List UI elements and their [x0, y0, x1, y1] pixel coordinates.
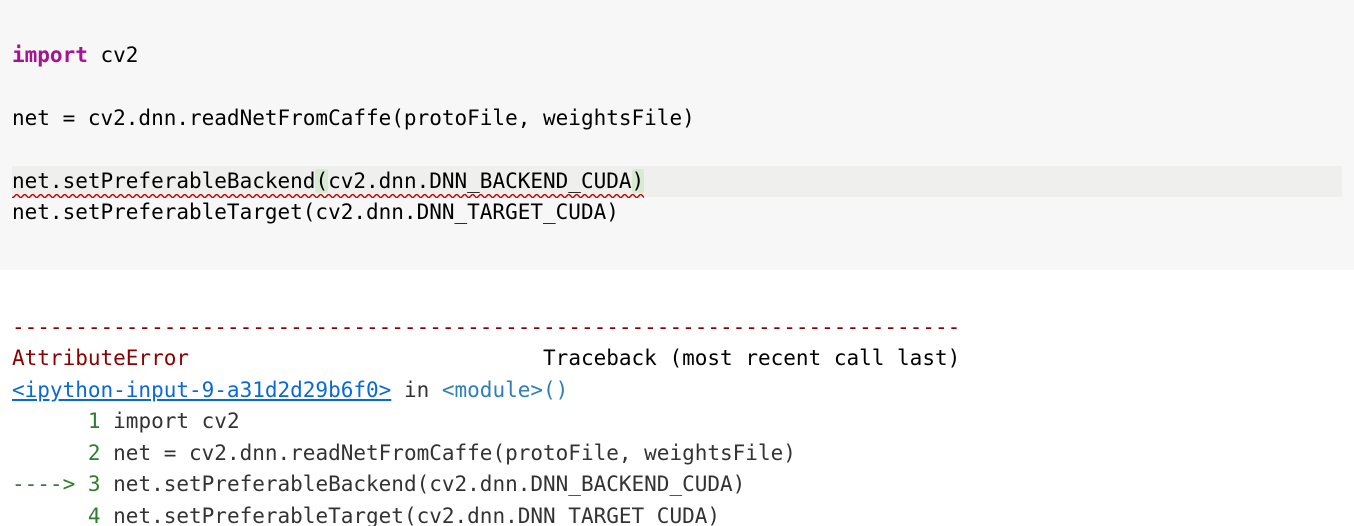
code-input-cell[interactable]: import cv2 net = cv2.dnn.readNetFromCaff…	[0, 0, 1354, 270]
code-line-2: net = cv2.dnn.readNetFromCaffe(protoFile…	[12, 103, 1342, 135]
tb-arrow: ---->	[12, 472, 88, 496]
tb-text: net.setPreferableTarget(cv2.dnn.DNN_TARG…	[101, 504, 721, 526]
tb-text: net = cv2.dnn.readNetFromCaffe(protoFile…	[101, 441, 796, 465]
code-text: net = cv2.dnn.readNetFromCaffe(protoFile…	[12, 106, 695, 130]
tb-prefix	[12, 441, 88, 465]
code-text: net.setPreferableBackend	[12, 169, 315, 193]
output-cell: ----------------------------------------…	[0, 270, 1354, 526]
traceback-label: Traceback (most recent call last)	[543, 346, 960, 370]
ipython-input-link[interactable]: <ipython-input-9-a31d2d29b6f0>	[12, 378, 391, 402]
traceback-location: <ipython-input-9-a31d2d29b6f0> in <modul…	[12, 378, 568, 402]
paren-close: )	[632, 169, 645, 193]
paren: ()	[543, 378, 568, 402]
paren-open: (	[315, 169, 328, 193]
tb-prefix	[12, 409, 88, 433]
code-line-3: net.setPreferableBackend(cv2.dnn.DNN_BAC…	[12, 166, 1342, 198]
in-word: in	[391, 378, 442, 402]
traceback-divider: ----------------------------------------…	[12, 315, 960, 339]
spacer	[189, 346, 543, 370]
tb-text: net.setPreferableBackend(cv2.dnn.DNN_BAC…	[101, 472, 746, 496]
code-line-1: import cv2	[12, 40, 1342, 72]
tb-line-1: 1 import cv2	[12, 409, 240, 433]
error-name: AttributeError	[12, 346, 189, 370]
code-text: cv2.dnn.DNN_BACKEND_CUDA	[328, 169, 631, 193]
tb-text: import cv2	[101, 409, 240, 433]
code-text: net.setPreferableTarget(cv2.dnn.DNN_TARG…	[12, 200, 619, 224]
tb-line-2: 2 net = cv2.dnn.readNetFromCaffe(protoFi…	[12, 441, 796, 465]
module-name: cv2	[88, 43, 139, 67]
traceback-header: AttributeError Traceback (most recent ca…	[12, 346, 960, 370]
tb-lineno: 2	[88, 441, 101, 465]
tb-lineno: 3	[88, 472, 101, 496]
tb-lineno: 1	[88, 409, 101, 433]
keyword-import: import	[12, 43, 88, 67]
code-line-4: net.setPreferableTarget(cv2.dnn.DNN_TARG…	[12, 197, 1342, 229]
module-word: <module>	[442, 378, 543, 402]
tb-lineno: 4	[88, 504, 101, 526]
tb-line-4: 4 net.setPreferableTarget(cv2.dnn.DNN_TA…	[12, 504, 720, 526]
tb-line-3: ----> 3 net.setPreferableBackend(cv2.dnn…	[12, 472, 745, 496]
tb-prefix	[12, 504, 88, 526]
